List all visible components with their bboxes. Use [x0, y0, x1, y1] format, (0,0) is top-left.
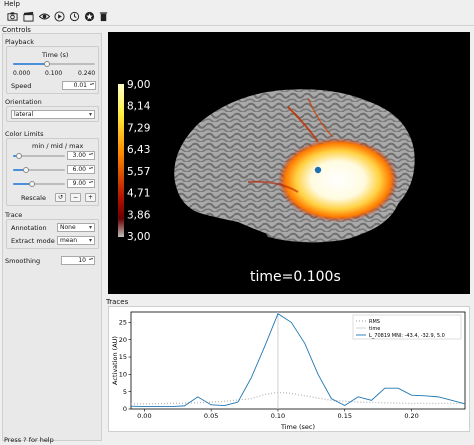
- orientation-title: Orientation: [5, 98, 42, 106]
- brain-view[interactable]: 9,00 8,14 7,29 6,43 5,57 4,71 3,86 3,00 time=0.…: [108, 32, 470, 294]
- controls-panel: Playback Time (s) 0.000 0.100 0.240 Spee…: [2, 33, 102, 441]
- y-axis-label: Activation (AU): [111, 336, 119, 385]
- restore-icon[interactable]: [83, 10, 96, 23]
- mid-slider-handle[interactable]: [23, 167, 29, 173]
- time-slider-fill: [13, 63, 48, 65]
- min-slider[interactable]: [13, 153, 65, 159]
- trace-group: Annotation None Extract mode mean: [6, 219, 99, 249]
- color-limits-subtitle: min / mid / max: [32, 142, 84, 150]
- max-spinbox[interactable]: 9.00: [67, 179, 95, 188]
- y-tick-label: 15: [119, 353, 127, 361]
- toolbar: [0, 8, 474, 26]
- play-icon[interactable]: [53, 10, 66, 23]
- brain-canvas: 9,00 8,14 7,29 6,43 5,57 4,71 3,86 3,00 time=0.…: [118, 79, 415, 285]
- menu-bar: Help: [0, 0, 474, 8]
- x-tick-label: 0.20: [404, 412, 418, 420]
- max-slider[interactable]: [13, 181, 65, 187]
- orientation-select[interactable]: lateral: [11, 110, 95, 119]
- color-limits-group: min / mid / max 3.00 6.00 9.00 Rescale ↺…: [6, 138, 99, 206]
- legend-label: RMS: [369, 319, 380, 325]
- speed-label: Speed: [11, 82, 32, 90]
- screenshot-icon[interactable]: [6, 10, 19, 23]
- annotation-select[interactable]: None: [57, 223, 95, 232]
- time-tick-max: 0.240: [78, 70, 96, 77]
- smoothing-spinbox[interactable]: 10: [61, 256, 95, 265]
- rescale-label: Rescale: [21, 194, 46, 202]
- colorbar-tick: 6,43: [127, 144, 150, 156]
- time-display: time=0.100s: [250, 269, 341, 285]
- extract-mode-select[interactable]: mean: [57, 236, 95, 245]
- time-slider-handle[interactable]: [44, 61, 51, 67]
- visibility-icon[interactable]: [38, 10, 51, 23]
- time-tick-mid: 0.100: [45, 70, 63, 77]
- annotation-label: Annotation: [11, 224, 47, 232]
- traces-chart: 0.00 0.05 0.10 0.15 0.20 0 5 10 15 20 25 Time (sec)…: [111, 311, 466, 431]
- mid-spinbox[interactable]: 6.00: [67, 165, 95, 174]
- colorbar-tick: 9,00: [127, 79, 150, 91]
- rescale-button[interactable]: ↺: [55, 193, 66, 202]
- time-slider[interactable]: [13, 61, 95, 67]
- trash-icon[interactable]: [97, 10, 110, 23]
- time-tick-min: 0.000: [13, 70, 31, 77]
- y-tick-label: 25: [119, 319, 127, 327]
- colorbar-tick: 3,86: [127, 209, 151, 221]
- y-tick-label: 0: [123, 405, 127, 413]
- x-tick-label: 0.15: [338, 412, 352, 420]
- colorbar-tick: 5,57: [127, 166, 150, 178]
- y-tick-label: 5: [123, 388, 127, 396]
- y-tick-label: 20: [119, 336, 127, 344]
- mid-slider[interactable]: [13, 167, 65, 173]
- min-spinbox[interactable]: 3.00: [67, 151, 95, 160]
- status-bar-text: Press ? for help: [4, 436, 54, 444]
- colorbar-tick: 3,00: [127, 231, 150, 243]
- smoothing-label: Smoothing: [5, 257, 41, 265]
- plus-button[interactable]: +: [85, 193, 96, 202]
- x-tick-label: 0.05: [204, 412, 218, 420]
- orientation-group: lateral: [6, 106, 99, 122]
- y-tick-label: 10: [119, 371, 127, 379]
- extract-mode-label: Extract mode: [11, 237, 55, 245]
- brain-surface: [174, 89, 415, 243]
- time-label: Time (s): [42, 51, 69, 59]
- vertex-marker[interactable]: [314, 166, 322, 174]
- legend-label: L_70819 MNI: -43.4, -32.9, 5.0: [369, 333, 445, 339]
- colorbar: [118, 84, 124, 237]
- menu-help[interactable]: Help: [4, 0, 20, 8]
- colorbar-tick: 8,14: [127, 101, 151, 113]
- legend-label: time: [369, 326, 380, 332]
- traces-title: Traces: [106, 298, 129, 306]
- traces-panel: 0.00 0.05 0.10 0.15 0.20 0 5 10 15 20 25 Time (sec)…: [108, 306, 470, 432]
- colorbar-tick: 4,71: [127, 188, 150, 200]
- max-slider-handle[interactable]: [29, 181, 36, 187]
- x-tick-label: 0.00: [137, 412, 151, 420]
- playback-group: Time (s) 0.000 0.100 0.240 Speed 0.01: [6, 46, 99, 94]
- reset-icon[interactable]: [68, 10, 81, 23]
- minus-button[interactable]: −: [70, 193, 81, 202]
- color-limits-title: Color Limits: [5, 130, 44, 138]
- movie-icon[interactable]: [22, 10, 35, 23]
- playback-title: Playback: [5, 38, 35, 46]
- trace-title: Trace: [5, 211, 23, 219]
- min-slider-handle[interactable]: [16, 153, 23, 159]
- colorbar-tick: 7,29: [127, 122, 150, 134]
- x-tick-label: 0.10: [271, 412, 285, 420]
- speed-spinbox[interactable]: 0.01: [62, 81, 96, 90]
- x-axis-label: Time (sec): [280, 423, 315, 431]
